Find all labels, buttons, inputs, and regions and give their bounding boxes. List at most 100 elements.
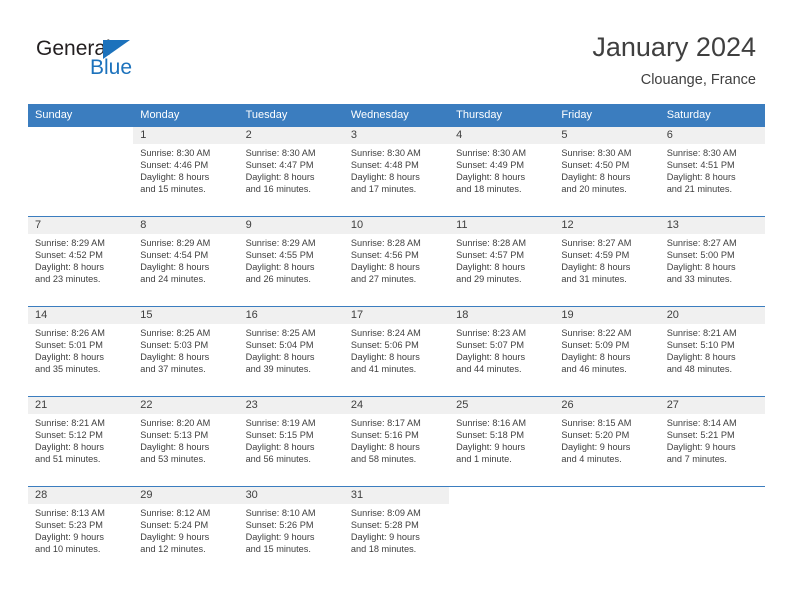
calendar-week-row: 7 Sunrise: 8:29 AM Sunset: 4:52 PM Daylight… (28, 216, 765, 307)
daylight-text-cont: and 20 minutes. (561, 184, 627, 195)
calendar-table: Sunday Monday Tuesday Wednesday Thursday… (28, 104, 765, 577)
day-number (449, 487, 554, 504)
calendar-day-cell[interactable]: 29 Sunrise: 8:12 AM Sunset: 5:24 PM Dayligh… (133, 486, 239, 577)
day-number: 19 (554, 307, 660, 324)
calendar-day-cell[interactable]: 26 Sunrise: 8:15 AM Sunset: 5:20 PM Dayligh… (554, 396, 660, 487)
sunset-text: Sunset: 4:55 PM (245, 250, 314, 261)
calendar-day-cell[interactable]: 11 Sunrise: 8:28 AM Sunset: 4:57 PM Dayligh… (449, 216, 555, 307)
daylight-text-cont: and 16 minutes. (245, 184, 311, 195)
daylight-text: Daylight: 8 hours (350, 352, 420, 363)
weekday-header-thursday: Thursday (449, 104, 555, 127)
daylight-text-cont: and 17 minutes. (350, 184, 417, 195)
sunset-text: Sunset: 5:21 PM (666, 430, 735, 441)
calendar-day-cell[interactable]: 6 Sunrise: 8:30 AM Sunset: 4:51 PM Daylight… (659, 126, 765, 217)
daylight-text-cont: and 51 minutes. (35, 454, 101, 465)
calendar-day-cell[interactable]: 17 Sunrise: 8:24 AM Sunset: 5:06 PM Dayligh… (343, 306, 450, 397)
calendar-day-cell[interactable]: 2 Sunrise: 8:30 AM Sunset: 4:47 PM Daylight… (238, 126, 344, 217)
calendar-day-cell[interactable]: 13 Sunrise: 8:27 AM Sunset: 5:00 PM Dayligh… (659, 216, 765, 307)
sunset-text: Sunset: 4:56 PM (350, 250, 419, 261)
day-number: 22 (133, 397, 239, 414)
day-number: 3 (343, 127, 450, 144)
sunset-text: Sunset: 5:18 PM (456, 430, 525, 441)
calendar-day-cell[interactable]: 7 Sunrise: 8:29 AM Sunset: 4:52 PM Daylight… (28, 216, 134, 307)
daylight-text-cont: and 26 minutes. (245, 274, 311, 285)
calendar-day-cell[interactable]: 22 Sunrise: 8:20 AM Sunset: 5:13 PM Dayligh… (133, 396, 239, 487)
day-details: Sunrise: 8:30 AM Sunset: 4:48 PM Daylight:… (344, 144, 449, 195)
sunrise-text: Sunrise: 8:12 AM (140, 508, 211, 518)
calendar-day-cell[interactable]: 24 Sunrise: 8:17 AM Sunset: 5:16 PM Dayligh… (343, 396, 450, 487)
page-header: General Blue January 2024 Clouange, Fran… (0, 0, 792, 100)
daylight-text: Daylight: 8 hours (245, 442, 315, 453)
day-number (28, 127, 133, 144)
calendar-day-cell[interactable]: 23 Sunrise: 8:19 AM Sunset: 5:15 PM Dayligh… (238, 396, 344, 487)
day-details (28, 144, 133, 147)
calendar-day-cell[interactable]: 4 Sunrise: 8:30 AM Sunset: 4:49 PM Daylight… (449, 126, 555, 217)
calendar-day-cell[interactable]: 8 Sunrise: 8:29 AM Sunset: 4:54 PM Daylight… (133, 216, 239, 307)
day-number: 14 (28, 307, 134, 324)
calendar-day-cell[interactable]: 16 Sunrise: 8:25 AM Sunset: 5:04 PM Dayligh… (238, 306, 344, 397)
calendar-week-row: 14 Sunrise: 8:26 AM Sunset: 5:01 PM Dayligh… (28, 306, 765, 397)
weekday-header-sunday: Sunday (28, 104, 134, 127)
calendar-day-cell[interactable]: 9 Sunrise: 8:29 AM Sunset: 4:55 PM Daylight… (238, 216, 344, 307)
daylight-text-cont: and 15 minutes. (245, 544, 311, 555)
sunrise-text: Sunrise: 8:30 AM (245, 148, 316, 158)
calendar-day-cell[interactable]: 18 Sunrise: 8:23 AM Sunset: 5:07 PM Dayligh… (449, 306, 555, 397)
calendar-day-cell[interactable]: 5 Sunrise: 8:30 AM Sunset: 4:50 PM Daylight… (554, 126, 660, 217)
calendar-week-row: 21 Sunrise: 8:21 AM Sunset: 5:12 PM Dayligh… (28, 396, 765, 487)
calendar-day-cell[interactable]: 27 Sunrise: 8:14 AM Sunset: 5:21 PM Dayligh… (659, 396, 765, 487)
day-details: Sunrise: 8:24 AM Sunset: 5:06 PM Daylight:… (344, 324, 449, 375)
sunrise-text: Sunrise: 8:29 AM (35, 238, 105, 248)
sunrise-text: Sunrise: 8:30 AM (140, 148, 211, 158)
calendar-day-cell[interactable]: 20 Sunrise: 8:21 AM Sunset: 5:10 PM Dayligh… (659, 306, 765, 397)
daylight-text: Daylight: 8 hours (245, 172, 315, 183)
day-details: Sunrise: 8:19 AM Sunset: 5:15 PM Daylight:… (239, 414, 344, 465)
day-number: 26 (554, 397, 660, 414)
daylight-text-cont: and 27 minutes. (350, 274, 417, 285)
calendar-day-cell[interactable]: 12 Sunrise: 8:27 AM Sunset: 4:59 PM Dayligh… (554, 216, 660, 307)
calendar-day-cell[interactable]: 3 Sunrise: 8:30 AM Sunset: 4:48 PM Daylight… (343, 126, 450, 217)
sunset-text: Sunset: 5:23 PM (35, 520, 103, 531)
sunset-text: Sunset: 5:06 PM (350, 340, 419, 351)
sunrise-text: Sunrise: 8:30 AM (561, 148, 632, 158)
day-number: 13 (659, 217, 765, 234)
calendar-cell-empty (554, 486, 660, 577)
day-number: 31 (343, 487, 450, 504)
daylight-text-cont: and 37 minutes. (140, 364, 206, 375)
day-details: Sunrise: 8:20 AM Sunset: 5:13 PM Daylight:… (133, 414, 238, 465)
sunrise-text: Sunrise: 8:28 AM (456, 238, 527, 248)
day-number: 25 (449, 397, 555, 414)
day-number: 1 (133, 127, 239, 144)
day-details: Sunrise: 8:30 AM Sunset: 4:50 PM Daylight:… (554, 144, 659, 195)
calendar-day-cell[interactable]: 25 Sunrise: 8:16 AM Sunset: 5:18 PM Dayligh… (449, 396, 555, 487)
day-details: Sunrise: 8:29 AM Sunset: 4:55 PM Daylight:… (239, 234, 344, 285)
sunset-text: Sunset: 4:52 PM (35, 250, 103, 261)
day-number: 11 (449, 217, 555, 234)
calendar-day-cell[interactable]: 15 Sunrise: 8:25 AM Sunset: 5:03 PM Dayligh… (133, 306, 239, 397)
sunrise-text: Sunrise: 8:13 AM (35, 508, 105, 518)
day-details: Sunrise: 8:21 AM Sunset: 5:10 PM Daylight:… (660, 324, 765, 375)
calendar-day-cell[interactable]: 10 Sunrise: 8:28 AM Sunset: 4:56 PM Dayligh… (343, 216, 450, 307)
calendar-day-cell[interactable]: 31 Sunrise: 8:09 AM Sunset: 5:28 PM Dayligh… (343, 486, 450, 577)
daylight-text: Daylight: 8 hours (35, 352, 104, 363)
weekday-header-monday: Monday (133, 104, 239, 127)
calendar-body: 1 Sunrise: 8:30 AM Sunset: 4:46 PM Daylight… (28, 126, 765, 577)
sunrise-text: Sunrise: 8:23 AM (456, 328, 527, 338)
calendar-day-cell[interactable]: 1 Sunrise: 8:30 AM Sunset: 4:46 PM Daylight… (133, 126, 239, 217)
calendar-day-cell[interactable]: 19 Sunrise: 8:22 AM Sunset: 5:09 PM Dayligh… (554, 306, 660, 397)
sunrise-text: Sunrise: 8:22 AM (561, 328, 632, 338)
calendar-day-cell[interactable]: 14 Sunrise: 8:26 AM Sunset: 5:01 PM Dayligh… (28, 306, 134, 397)
day-number: 18 (449, 307, 555, 324)
daylight-text: Daylight: 9 hours (140, 532, 210, 543)
general-blue-logo[interactable]: General Blue (36, 38, 216, 84)
day-details: Sunrise: 8:10 AM Sunset: 5:26 PM Daylight:… (239, 504, 344, 555)
calendar-day-cell[interactable]: 21 Sunrise: 8:21 AM Sunset: 5:12 PM Dayligh… (28, 396, 134, 487)
day-details: Sunrise: 8:25 AM Sunset: 5:03 PM Daylight:… (133, 324, 238, 375)
daylight-text-cont: and 1 minute. (456, 454, 512, 465)
calendar-day-cell[interactable]: 30 Sunrise: 8:10 AM Sunset: 5:26 PM Dayligh… (238, 486, 344, 577)
sunset-text: Sunset: 5:28 PM (350, 520, 419, 531)
day-number: 15 (133, 307, 239, 324)
sunset-text: Sunset: 5:04 PM (245, 340, 314, 351)
calendar-day-cell[interactable]: 28 Sunrise: 8:13 AM Sunset: 5:23 PM Dayligh… (28, 486, 134, 577)
daylight-text: Daylight: 8 hours (140, 172, 210, 183)
weekday-header-row: Sunday Monday Tuesday Wednesday Thursday… (28, 104, 765, 127)
